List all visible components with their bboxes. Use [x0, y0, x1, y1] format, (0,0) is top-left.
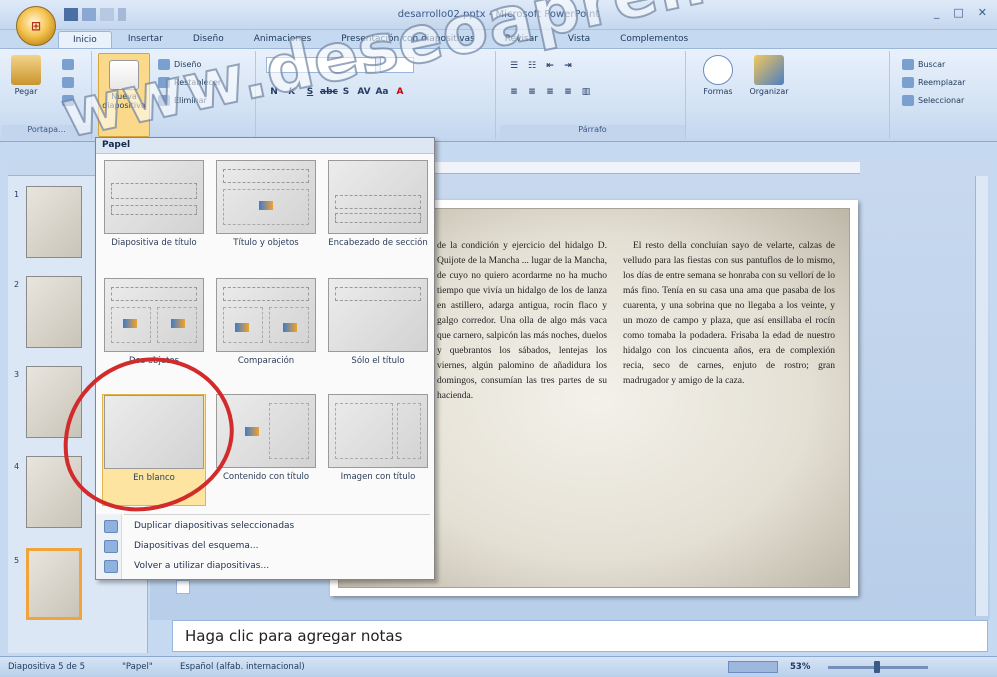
- layout-preview: [216, 278, 316, 352]
- arrange-label: Organizar: [749, 87, 789, 96]
- dropdown-header: Papel: [96, 138, 434, 154]
- columns-icon[interactable]: ▥: [578, 85, 594, 100]
- powerpoint-window: desarrollo02.pptx - Microsoft PowerPoint…: [0, 0, 997, 677]
- paste-button[interactable]: Pegar: [8, 55, 44, 96]
- vertical-scrollbar[interactable]: [975, 176, 988, 616]
- minimize-button[interactable]: _: [934, 6, 940, 19]
- group-label-parrafo: Párrafo: [500, 125, 685, 139]
- shapes-label: Formas: [703, 87, 733, 96]
- zoom-slider-thumb[interactable]: [874, 661, 880, 673]
- align-left-icon[interactable]: ≡: [506, 85, 522, 100]
- group-dibujo: Formas Organizar: [690, 51, 890, 139]
- text-column-1[interactable]: de la condición y ejercicio del hidalgo …: [437, 239, 607, 404]
- replace-label: Reemplazar: [918, 77, 966, 87]
- arrange-icon: [754, 55, 784, 85]
- thumbnail-number: 2: [14, 280, 20, 289]
- reuse-label: Volver a utilizar diapositivas...: [134, 561, 270, 571]
- font-color-icon[interactable]: A: [392, 85, 408, 100]
- status-language[interactable]: Español (alfab. internacional): [180, 662, 305, 672]
- shapes-button[interactable]: Formas: [698, 55, 738, 96]
- binoculars-icon: [902, 58, 914, 70]
- text-column-2[interactable]: El resto della concluían sayo de velarte…: [623, 239, 835, 389]
- numbering-icon[interactable]: ☷: [524, 59, 540, 74]
- layout-label: Comparación: [237, 356, 295, 366]
- duplicate-label: Duplicar diapositivas seleccionadas: [134, 521, 295, 531]
- select-label: Seleccionar: [918, 95, 965, 105]
- layout-solo-titulo[interactable]: Sólo el título: [326, 278, 430, 390]
- paragraph-row-2: ≡ ≡ ≡ ≡ ▥: [506, 85, 594, 100]
- slide-thumbnail-2[interactable]: [26, 276, 82, 348]
- layout-comparacion[interactable]: Comparación: [214, 278, 318, 390]
- replace-icon: [902, 76, 914, 88]
- layout-label: Encabezado de sección: [328, 238, 428, 248]
- layout-preview: [328, 394, 428, 468]
- layout-preview: [104, 160, 204, 234]
- find-button[interactable]: Buscar: [902, 57, 945, 71]
- status-slide-count: Diapositiva 5 de 5: [8, 662, 85, 672]
- arrange-button[interactable]: Organizar: [744, 55, 794, 96]
- align-center-icon[interactable]: ≡: [524, 85, 540, 100]
- reuse-icon: [104, 559, 118, 573]
- view-buttons[interactable]: [728, 661, 778, 673]
- layout-imagen-titulo[interactable]: Imagen con título: [326, 394, 430, 506]
- shapes-icon: [703, 55, 733, 85]
- slide-nav-icon[interactable]: [176, 580, 190, 594]
- window-controls: _ □ ✕: [934, 6, 987, 19]
- thumbnail-number: 1: [14, 190, 20, 199]
- layout-preview: [216, 160, 316, 234]
- select-icon: [902, 94, 914, 106]
- layout-label: Contenido con título: [222, 472, 310, 482]
- layout-encabezado-seccion[interactable]: Encabezado de sección: [326, 160, 430, 272]
- slides-from-outline-item[interactable]: Diapositivas del esquema...: [100, 536, 430, 556]
- close-button[interactable]: ✕: [978, 6, 987, 19]
- status-theme: "Papel": [122, 662, 153, 672]
- thumbnail-number: 5: [14, 556, 20, 565]
- layout-titulo[interactable]: Diapositiva de título: [102, 160, 206, 272]
- layout-preview: [104, 278, 204, 352]
- cut-button[interactable]: [62, 57, 74, 71]
- layout-preview: [328, 160, 428, 234]
- paste-label: Pegar: [14, 87, 38, 96]
- replace-button[interactable]: Reemplazar: [902, 75, 965, 89]
- layout-label: Imagen con título: [340, 472, 416, 482]
- group-edicion: Buscar Reemplazar Seleccionar: [894, 51, 994, 139]
- layout-titulo-objetos[interactable]: Título y objetos: [214, 160, 318, 272]
- thumbnail-number: 4: [14, 462, 20, 471]
- notes-pane[interactable]: Haga clic para agregar notas: [172, 620, 988, 652]
- layout-label: Diapositiva de título: [111, 238, 197, 248]
- justify-icon[interactable]: ≡: [560, 85, 576, 100]
- layout-preview: [328, 278, 428, 352]
- align-right-icon[interactable]: ≡: [542, 85, 558, 100]
- duplicate-icon: [104, 519, 118, 533]
- scissors-icon: [62, 58, 74, 70]
- tab-inicio[interactable]: Inicio: [58, 31, 112, 49]
- find-label: Buscar: [918, 59, 946, 69]
- tab-insertar[interactable]: Insertar: [114, 31, 177, 49]
- slide-thumbnail-1[interactable]: [26, 186, 82, 258]
- outline-label: Diapositivas del esquema...: [134, 541, 259, 551]
- group-parrafo: ☰ ☷ ⇤ ⇥ ≡ ≡ ≡ ≡ ▥ Párrafo: [500, 51, 686, 139]
- office-button[interactable]: ⊞: [16, 6, 56, 46]
- reuse-slides-item[interactable]: Volver a utilizar diapositivas...: [100, 556, 430, 576]
- slide-thumbnail-5[interactable]: [26, 548, 82, 620]
- increase-indent-icon[interactable]: ⇥: [560, 59, 576, 74]
- thumbnail-number: 3: [14, 370, 20, 379]
- office-logo-icon: ⊞: [30, 19, 42, 33]
- layout-label: Título y objetos: [233, 238, 299, 248]
- layout-label: Sólo el título: [351, 356, 405, 366]
- dropdown-separator: [124, 514, 430, 515]
- select-button[interactable]: Seleccionar: [902, 93, 964, 107]
- outline-icon: [104, 539, 118, 553]
- clipboard-icon: [11, 55, 41, 85]
- bullets-icon[interactable]: ☰: [506, 59, 522, 74]
- maximize-button[interactable]: □: [953, 6, 963, 19]
- duplicate-slides-item[interactable]: Duplicar diapositivas seleccionadas: [100, 516, 430, 536]
- paragraph-row-1: ☰ ☷ ⇤ ⇥: [506, 59, 576, 74]
- status-bar: Diapositiva 5 de 5 "Papel" Español (alfa…: [0, 656, 997, 677]
- zoom-level[interactable]: 53%: [790, 662, 810, 672]
- decrease-indent-icon[interactable]: ⇤: [542, 59, 558, 74]
